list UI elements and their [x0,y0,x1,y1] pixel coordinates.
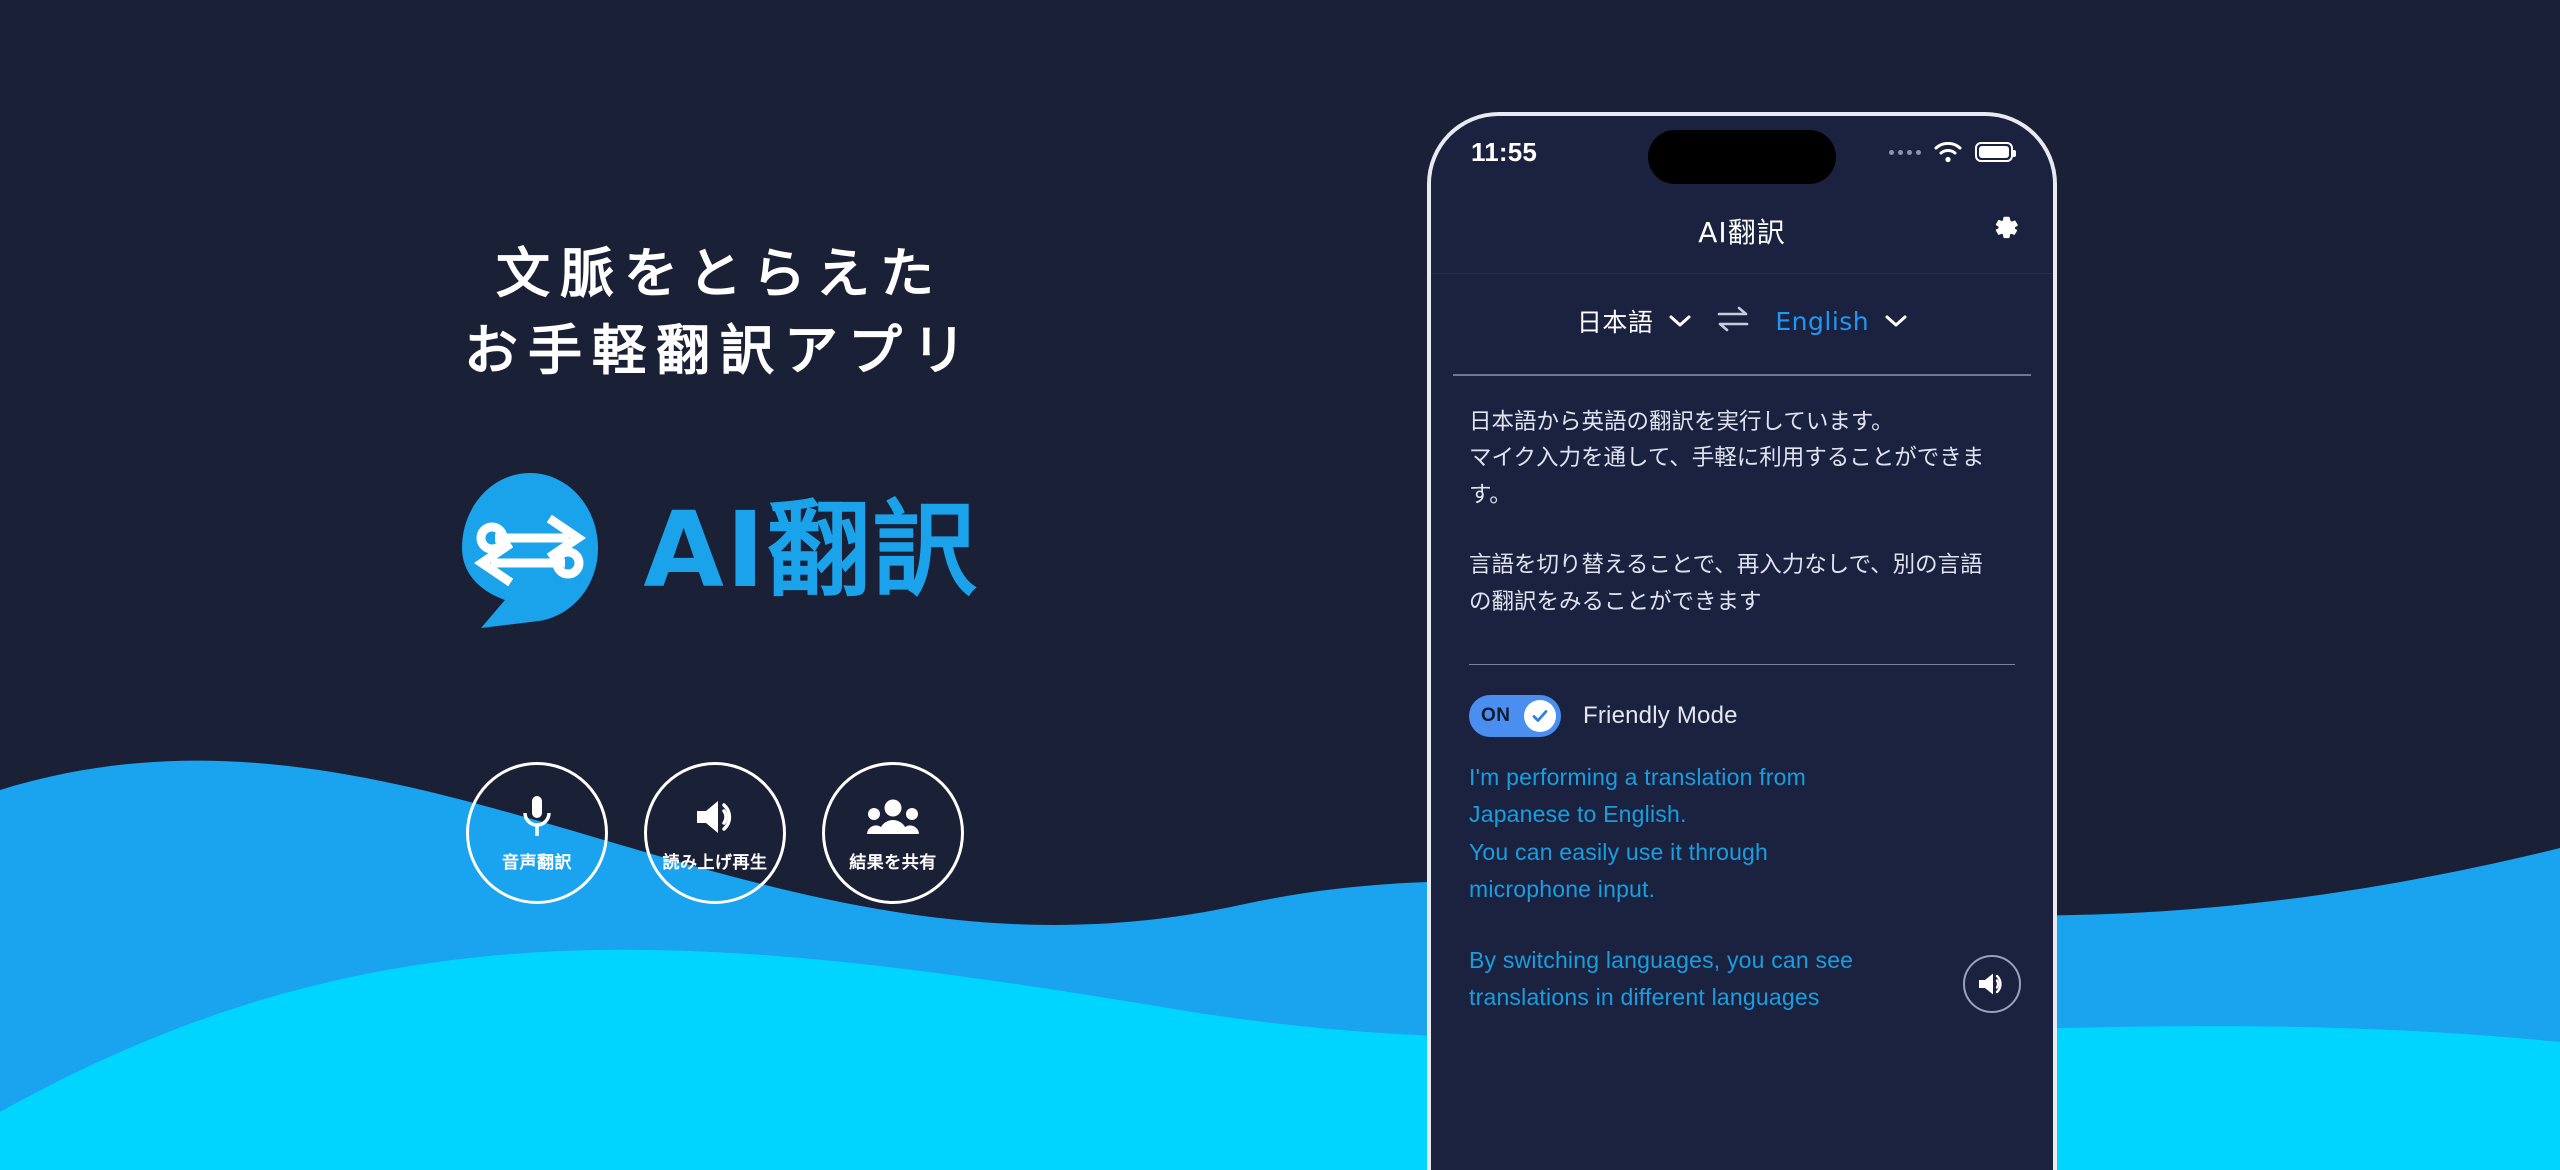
app-logo-text: AI翻訳 [643,489,979,611]
wifi-icon [1934,141,1962,162]
target-line: Japanese to English. [1469,801,1687,828]
source-paragraph-1: 日本語から英語の翻訳を実行しています。 マイク入力を通して、手軽に利用することが… [1469,404,2015,513]
signal-dots-icon [1889,149,1921,155]
app-bar: AI翻訳 [1431,188,2053,274]
chevron-down-icon [1885,315,1907,327]
friendly-mode-row: ON Friendly Mode [1431,665,2053,738]
target-paragraph-1: I'm performing a translation from Japane… [1469,759,2015,908]
status-time: 11:55 [1471,136,1538,167]
target-line: You can easily use it through [1469,838,1769,865]
target-line: microphone input. [1469,875,1656,902]
friendly-mode-toggle[interactable]: ON [1469,695,1561,738]
dynamic-island [1648,130,1836,184]
battery-full-icon [1975,142,2016,162]
target-paragraph-2: By switching languages, you can see tran… [1469,942,2015,1017]
friendly-mode-label: Friendly Mode [1583,702,1738,730]
target-text-area: I'm performing a translation from Japane… [1431,737,2053,1017]
toggle-state-label: ON [1481,705,1511,727]
source-paragraph-2: 言語を切り替えることで、再入力なしで、別の言語 の翻訳をみることができます [1469,547,2015,620]
target-language-label: English [1775,306,1870,336]
swap-horizontal-icon[interactable] [1709,304,1757,339]
status-bar: 11:55 [1431,116,2053,188]
phone-screen: 11:55 AI翻訳 日本語 English 日本語から英語の翻訳を実行していま… [1431,116,2053,1170]
app-title: AI翻訳 [1698,215,1786,249]
feature-text-to-speech[interactable]: 読み上げ再生 [644,762,786,904]
page-title: 文脈をとらえた お手軽翻訳アプリ [0,236,1430,389]
feature-share-result[interactable]: 結果を共有 [822,762,964,904]
app-logo: AI翻訳 [0,470,1430,630]
speaker-icon [693,794,737,840]
microphone-icon [520,794,554,840]
source-text-area[interactable]: 日本語から英語の翻訳を実行しています。 マイク入力を通して、手軽に利用することが… [1431,376,2053,620]
language-selector-bar: 日本語 English [1431,274,2053,374]
source-language-selector[interactable]: 日本語 [1577,303,1692,339]
speaker-icon[interactable] [1963,955,2021,1014]
feature-list: 音声翻訳 読み上げ再生 結果を共有 [0,762,1430,904]
people-group-icon [867,794,919,840]
source-line: の翻訳をみることができます [1469,588,1762,615]
speech-bubble-translate-icon [462,473,599,628]
source-line: 日本語から英語の翻訳を実行しています。 [1469,409,1894,435]
feature-label: 読み上げ再生 [662,852,768,873]
feature-label: 結果を共有 [849,852,937,873]
source-language-label: 日本語 [1576,308,1654,337]
source-line: マイク入力を通して、手軽に利用することができま [1469,445,1985,472]
target-language-selector[interactable]: English [1775,307,1907,336]
chevron-down-icon [1669,315,1691,327]
target-line: By switching languages, you can see [1469,947,1854,974]
phone-mockup: 11:55 AI翻訳 日本語 English 日本語から英語の翻訳を実行していま… [1427,112,2057,1170]
target-line: translations in different languages [1469,984,1820,1011]
gear-icon[interactable] [1991,213,2021,248]
target-line: I'm performing a translation from [1469,764,1806,791]
feature-voice-translation[interactable]: 音声翻訳 [466,762,608,904]
check-circle-icon [1524,700,1556,733]
status-indicators [1889,141,2016,163]
promo-column: 文脈をとらえた お手軽翻訳アプリ AI翻訳 音声翻訳 読み上げ再生 結果を共有 [0,0,1430,1170]
headline-line-2: お手軽翻訳アプリ [464,318,976,382]
app-promo-screenshot: 文脈をとらえた お手軽翻訳アプリ AI翻訳 音声翻訳 読み上げ再生 結果を共有 … [0,0,2560,1170]
source-line: 言語を切り替えることで、再入力なしで、別の言語 [1469,552,1983,579]
headline-line-1: 文脈をとらえた [496,242,944,305]
source-line: す。 [1469,481,1512,508]
feature-label: 音声翻訳 [502,852,572,873]
